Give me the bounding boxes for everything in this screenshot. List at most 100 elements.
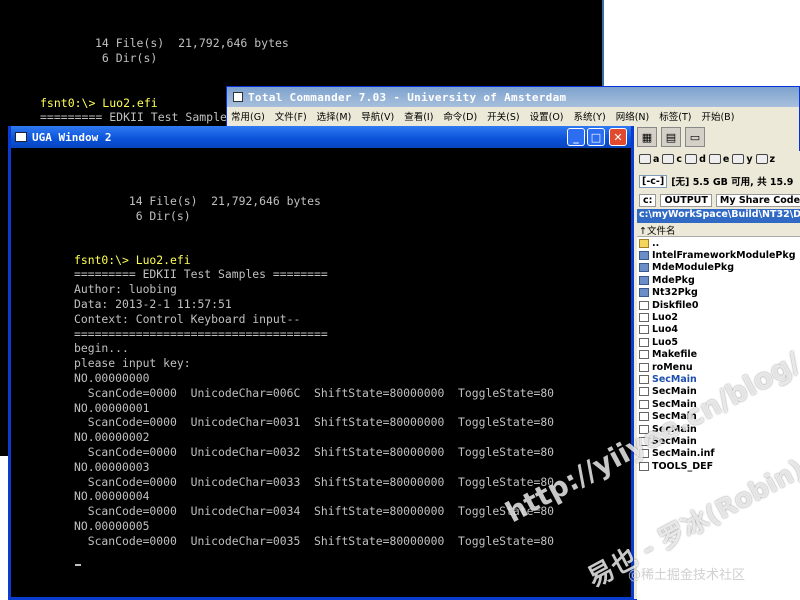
file-icon	[639, 387, 649, 397]
drive-button[interactable]: c	[662, 154, 682, 165]
file-name: Luo4	[652, 324, 678, 336]
drive-button[interactable]: y	[732, 154, 753, 165]
console-line: fsnt0:\> Luo2.efi	[40, 96, 158, 110]
console-line: ========= EDKII Test Samples =	[40, 110, 248, 124]
file-row[interactable]: Luo4	[637, 324, 800, 336]
file-row[interactable]: MdePkg	[637, 274, 800, 286]
menu-item[interactable]: 设置(O)	[530, 109, 564, 123]
drive-button[interactable]: z	[755, 154, 775, 165]
drive-button[interactable]: d	[685, 154, 706, 165]
drive-info-row: [-c-] [无] 5.5 GB 可用, 共 15.9	[637, 171, 800, 191]
drive-letter: c	[676, 153, 683, 165]
menu-item[interactable]: 导航(V)	[361, 109, 394, 123]
drive-letter: d	[699, 153, 706, 165]
menu-item[interactable]: 开关(S)	[487, 109, 519, 123]
file-icon	[639, 300, 649, 310]
clipboard-icon[interactable]: ▤	[661, 127, 681, 147]
file-row[interactable]: Diskfile0	[637, 299, 800, 311]
maximize-button[interactable]: □	[587, 128, 605, 146]
folder-tab[interactable]: OUTPUT	[660, 193, 712, 207]
menu-item[interactable]: 选择(M)	[317, 109, 352, 123]
file-row[interactable]: Luo5	[637, 336, 800, 348]
desktop-strip	[0, 456, 8, 600]
file-icon	[639, 412, 649, 422]
parent-dir-icon	[639, 238, 649, 248]
file-name: SecMain	[652, 373, 697, 385]
folder-tab[interactable]: c:	[639, 193, 657, 207]
file-name: ..	[652, 237, 660, 249]
drive-icon	[755, 154, 768, 164]
drive-button[interactable]: a	[639, 154, 659, 165]
pack-icon[interactable]: ▦	[637, 127, 657, 147]
console-line: Context: Control Keyboard input--	[74, 311, 301, 326]
tc-title-bar[interactable]: Total Commander 7.03 - University of Ams…	[227, 87, 799, 107]
monitor-icon[interactable]: ▭	[685, 127, 705, 147]
menu-item[interactable]: 文件(F)	[275, 109, 307, 123]
file-row[interactable]: IntelFrameworkModulePkg	[637, 249, 800, 261]
file-name: Luo2	[652, 312, 678, 324]
file-name: SecMain	[652, 386, 697, 398]
file-name: Nt32Pkg	[652, 287, 698, 299]
console-line: ========= EDKII Test Samples ========	[74, 267, 328, 282]
console-line: Author: luobing	[74, 282, 177, 297]
menu-item[interactable]: 网络(N)	[616, 109, 650, 123]
folder-icon	[639, 251, 649, 261]
console-line: NO.00000005	[74, 519, 150, 533]
menu-item[interactable]: 查看(I)	[404, 109, 433, 123]
close-button[interactable]: ✕	[609, 128, 627, 146]
folder-tab[interactable]: My Share Codes	[715, 193, 800, 207]
desktop-area	[602, 0, 800, 100]
menu-item[interactable]: 常用(G)	[231, 109, 265, 123]
menu-item[interactable]: 系统(Y)	[574, 109, 606, 123]
file-name: Makefile	[652, 349, 698, 361]
folder-icon	[639, 275, 649, 285]
console-line: Data: 2013-2-1 11:57:51	[74, 297, 232, 311]
console-line: 14 File(s) 21,792,646 bytes	[95, 36, 289, 50]
console-line: 6 Dir(s)	[95, 51, 158, 65]
file-icon	[639, 350, 649, 360]
minimize-button[interactable]: _	[567, 128, 585, 146]
file-icon	[639, 461, 649, 471]
uga-title: UGA Window 2	[32, 130, 112, 144]
tc-menu-bar: 常用(G) 文件(F) 选择(M) 导航(V) 查看(I) 命令(D) 开关(S) 设置(O)…	[227, 107, 799, 125]
file-row[interactable]: Nt32Pkg	[637, 287, 800, 299]
file-row[interactable]: ..	[637, 237, 800, 249]
file-name: IntelFrameworkModulePkg	[652, 250, 796, 262]
console-line: ScanCode=0000 UnicodeChar=0035 ShiftStat…	[74, 533, 555, 548]
app-icon	[233, 92, 243, 102]
uga-title-bar[interactable]: UGA Window 2 _ □ ✕	[11, 126, 631, 148]
menu-item[interactable]: 开始(B)	[701, 109, 734, 123]
file-row[interactable]: Luo2	[637, 311, 800, 323]
console-line: ScanCode=0000 UnicodeChar=0031 ShiftStat…	[74, 415, 555, 430]
drive-button[interactable]: e	[708, 154, 729, 165]
folder-icon	[639, 288, 649, 298]
text-cursor	[75, 564, 81, 566]
file-icon	[639, 325, 649, 335]
file-icon	[639, 313, 649, 323]
folder-tabs: c: OUTPUT My Share Codes	[637, 191, 800, 209]
file-name: MdePkg	[652, 274, 695, 286]
drive-letter: a	[653, 153, 660, 165]
file-row[interactable]: MdeModulePkg	[637, 262, 800, 274]
console-line: ScanCode=0000 UnicodeChar=006C ShiftStat…	[74, 385, 555, 400]
drive-icon	[732, 154, 745, 164]
menu-item[interactable]: 命令(D)	[443, 109, 477, 123]
console-line: ScanCode=0000 UnicodeChar=0032 ShiftStat…	[74, 445, 555, 459]
path-bar[interactable]: c:\myWorkSpace\Build\NT32\DEBUG_	[637, 209, 800, 223]
tc-toolbar: ▦ ▤ ▭	[637, 125, 705, 149]
menu-item[interactable]: 标签(T)	[659, 109, 691, 123]
console-line: begin...	[74, 341, 129, 356]
console-line: please input key:	[74, 356, 191, 371]
console-line: ScanCode=0000 UnicodeChar=0034 ShiftStat…	[74, 504, 555, 519]
watermark-site: @稀土掘金技术社区	[628, 568, 746, 583]
drive-icon	[708, 154, 721, 164]
uga-window: UGA Window 2 _ □ ✕ 14 File(s) 21,792,646…	[8, 126, 634, 600]
console-line: NO.00000002	[74, 430, 150, 445]
file-icon	[639, 337, 649, 347]
tc-title: Total Commander 7.03 - University of Ams…	[248, 90, 567, 104]
file-name: Diskfile0	[652, 299, 699, 311]
folder-icon	[639, 263, 649, 273]
file-icon	[639, 374, 649, 384]
column-header-name[interactable]: ↑文件名	[637, 223, 800, 237]
drive-select[interactable]: [-c-]	[639, 174, 668, 188]
